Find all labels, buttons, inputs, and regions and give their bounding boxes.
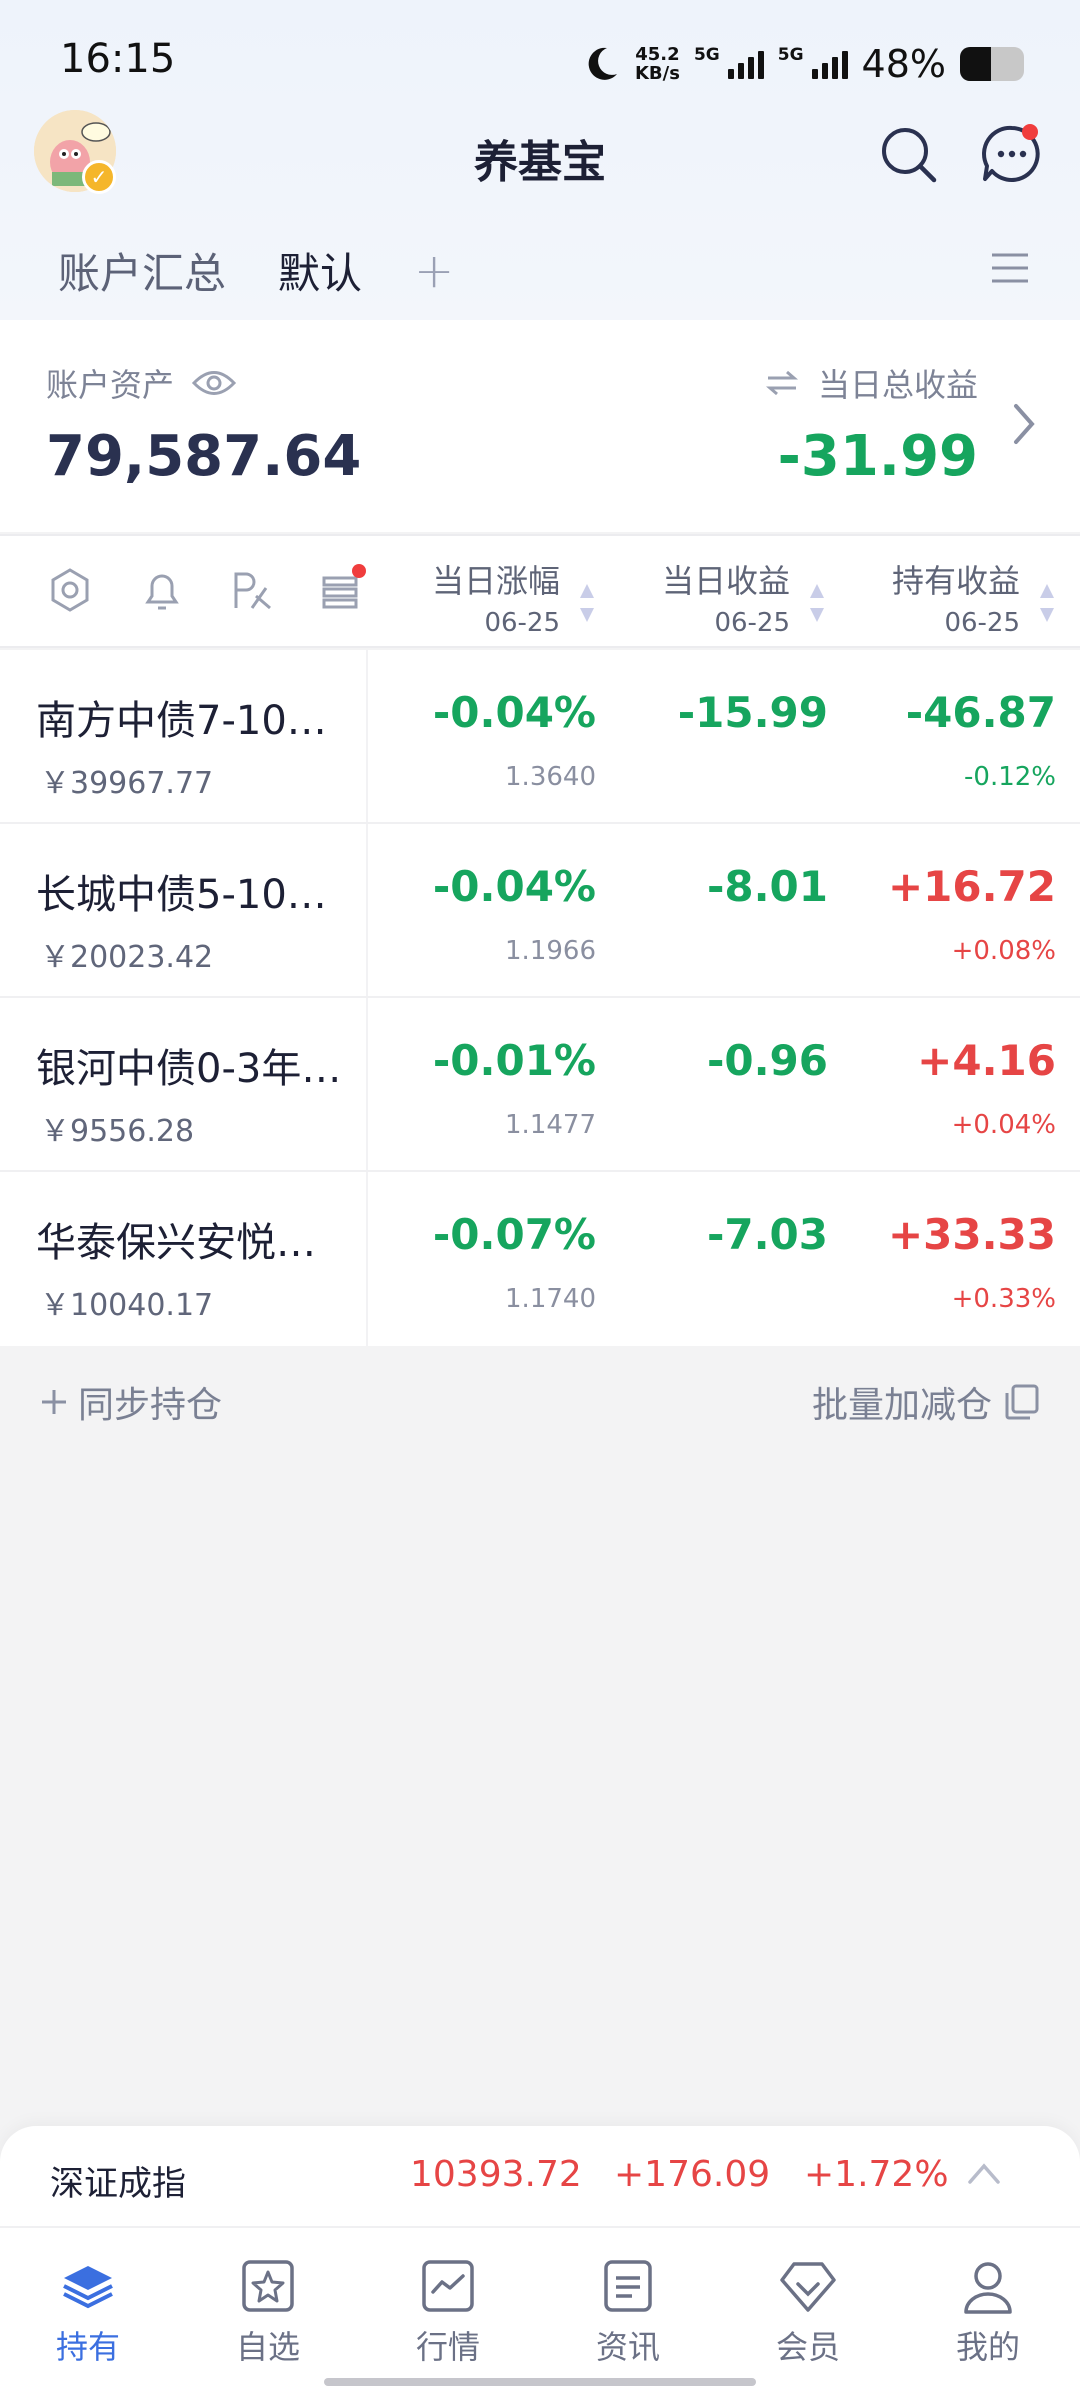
fund-daily-pl: -8.01 [706,862,828,911]
fund-list: 南方中债7-10… ￥39967.77 -0.04% 1.3640 -15.99… [0,650,1080,1346]
fund-name: 长城中债5-10… [36,872,327,918]
fund-daily-change: -0.01% [432,1036,596,1085]
copy-icon [1005,1384,1039,1420]
layers-icon [63,2266,113,2309]
swap-icon[interactable] [765,369,798,397]
plus-icon [42,1390,66,1414]
home-indicator[interactable] [324,2378,756,2386]
fund-name: 银河中债0-3年… [36,1046,342,1092]
account-tabs: 账户汇总 默认 + [58,240,454,337]
asset-label: 账户资产 [46,366,175,404]
add-tab-button[interactable]: + [414,243,454,299]
fund-daily-change: -0.07% [432,1210,596,1259]
diamond-icon [780,2262,836,2312]
list-notification-dot [352,564,366,578]
bell-icon[interactable] [138,566,186,614]
fund-nav: 1.1966 [505,936,596,966]
fund-row[interactable]: 南方中债7-10… ￥39967.77 -0.04% 1.3640 -15.99… [0,650,1080,824]
battery-text: 48% [861,42,946,86]
asset-value: 79,587.64 [46,424,362,489]
fund-row[interactable]: 华泰保兴安悦… ￥10040.17 -0.07% 1.1740 -7.03 +3… [0,1172,1080,1346]
nav-market[interactable]: 行情 [378,2256,518,2368]
moon-icon [588,47,617,80]
fund-hold-pl-pct: +0.33% [951,1284,1056,1314]
account-card[interactable]: 账户资产 79,587.64 当日总收益 -31.99 [0,320,1080,532]
sort-icon[interactable] [808,580,826,626]
nav-member[interactable]: 会员 [738,2256,878,2368]
fund-hold-pl: +16.72 [887,862,1056,911]
col-daily-change[interactable]: 当日涨幅 06-25 [432,556,560,638]
index-ticker[interactable]: 深证成指 10393.72 +176.09 +1.72% [0,2126,1080,2226]
tab-default[interactable]: 默认 [278,240,362,337]
index-change-pct: +1.72% [804,2154,949,2195]
chevron-right-icon[interactable] [1010,402,1038,446]
signal-icon [727,49,764,79]
sort-icon[interactable] [578,580,596,626]
battery-icon [960,47,1024,81]
nav-mine[interactable]: 我的 [918,2256,1058,2368]
chart-icon [422,2260,474,2312]
fund-row[interactable]: 长城中债5-10… ￥20023.42 -0.04% 1.1966 -8.01 … [0,824,1080,998]
message-unread-dot [1022,124,1038,140]
index-value: 10393.72 [410,2154,582,2195]
col-hold-pl[interactable]: 持有收益 06-25 [892,556,1020,638]
index-change: +176.09 [614,2154,771,2195]
fund-daily-pl: -0.96 [706,1036,828,1085]
fund-hold-pl: -46.87 [905,688,1056,737]
fund-daily-pl: -7.03 [706,1210,828,1259]
document-icon [604,2260,652,2312]
daily-pl-label: 当日总收益 [817,366,978,404]
chevron-up-icon[interactable] [966,2160,1002,2186]
net-speed: 45.2 KB/s [634,44,680,84]
status-bar: 16:15 45.2 KB/s 5G 5G 48% [0,0,1080,130]
index-name: 深证成指 [50,2164,186,2204]
sync-holdings-label: 同步持仓 [78,1385,223,1426]
fund-amount: ￥9556.28 [40,1114,195,1149]
fund-amount: ￥39967.77 [40,766,214,801]
nav-news[interactable]: 资讯 [558,2256,698,2368]
fund-amount: ￥20023.42 [40,940,214,975]
star-icon [242,2260,294,2312]
sync-holdings-button[interactable]: 同步持仓 [40,1376,222,1428]
settings-icon[interactable] [46,566,94,614]
fund-amount: ￥10040.17 [40,1288,214,1323]
fund-daily-change: -0.04% [432,862,596,911]
sort-icon[interactable] [1038,580,1056,626]
fund-nav: 1.1477 [505,1110,596,1140]
tab-account-summary[interactable]: 账户汇总 [58,240,226,301]
signal-icon [811,49,848,79]
daily-pl-label-group: 当日总收益 [765,360,978,406]
fund-hold-pl: +33.33 [887,1210,1056,1259]
status-time: 16:15 [60,36,176,82]
fund-hold-pl: +4.16 [917,1036,1056,1085]
batch-adjust-button[interactable]: 批量加减仓 [812,1376,1040,1428]
status-right: 45.2 KB/s 5G 5G 48% [581,36,1024,92]
asset-label-group: 账户资产 [46,360,237,406]
fund-row[interactable]: 银河中债0-3年… ￥9556.28 -0.01% 1.1477 -0.96 +… [0,998,1080,1172]
col-daily-pl[interactable]: 当日收益 06-25 [662,556,790,638]
eye-icon[interactable] [192,368,237,398]
menu-icon[interactable] [990,252,1030,284]
fund-nav: 1.1740 [505,1284,596,1314]
fund-name: 华泰保兴安悦… [36,1220,316,1266]
fund-hold-pl-pct: +0.04% [951,1110,1056,1140]
fund-nav: 1.3640 [505,762,596,792]
bottom-nav: 持有 自选 行情 资讯 会员 我的 [0,2226,1080,2392]
nav-hold[interactable]: 持有 [18,2256,158,2368]
nav-watchlist[interactable]: 自选 [198,2256,338,2368]
table-header: 当日涨幅 06-25 当日收益 06-25 持有收益 06-25 [0,534,1080,648]
search-icon[interactable] [878,124,940,186]
battery-fill [960,47,991,81]
fund-name: 南方中债7-10… [36,698,327,744]
fund-hold-pl-pct: -0.12% [964,762,1056,792]
compare-icon[interactable] [228,566,276,614]
batch-adjust-label: 批量加减仓 [811,1385,992,1426]
sim2-label: 5G [777,45,804,65]
sim1-label: 5G [693,45,720,65]
user-icon [964,2262,1012,2314]
fund-daily-pl: -15.99 [677,688,828,737]
fund-hold-pl-pct: +0.08% [951,936,1056,966]
fund-daily-change: -0.04% [432,688,596,737]
daily-pl-value: -31.99 [777,424,978,489]
